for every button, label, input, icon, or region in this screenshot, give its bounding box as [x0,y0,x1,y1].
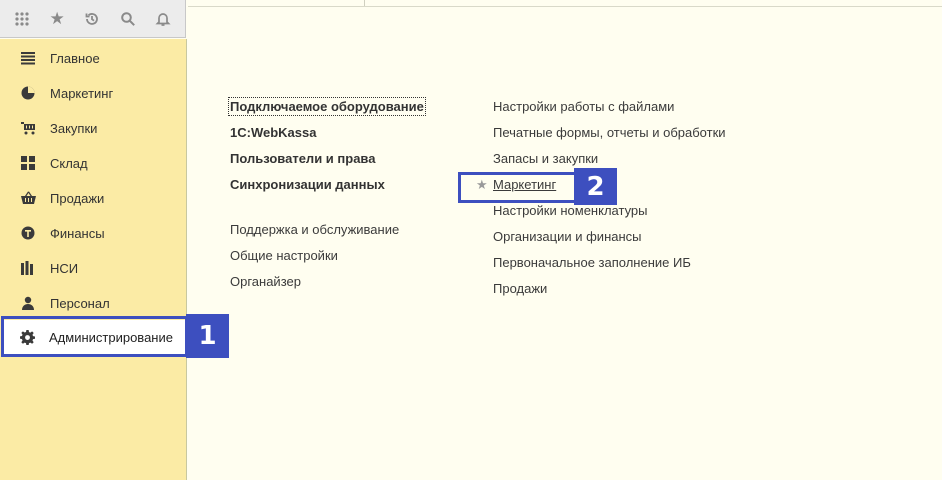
sidebar-item-personnel[interactable]: Персонал [4,286,186,320]
sidebar-item-warehouse[interactable]: Склад [4,146,186,180]
content-top-border [188,0,942,7]
sidebar-item-main[interactable]: Главное [4,41,186,75]
sidebar-item-label: Закупки [50,120,98,136]
sidebar-item-label: Главное [50,50,100,66]
sidebar-item-label: Маркетинг [50,85,114,101]
link-users-and-rights[interactable]: Пользователи и права [230,151,375,166]
sidebar: Главное Маркетинг Закупки Склад Продажи … [0,39,187,480]
basket-icon [20,190,36,206]
sidebar-item-label: Финансы [50,225,105,241]
link-nomenclature-settings[interactable]: Настройки номенклатуры [493,203,648,218]
link-organizer[interactable]: Органайзер [230,274,301,289]
books-icon [20,260,36,276]
link-data-sync[interactable]: Синхронизации данных [230,177,385,192]
menu-lines-icon [20,50,36,66]
history-icon[interactable] [81,8,103,30]
link-general-settings[interactable]: Общие настройки [230,248,338,263]
star-icon[interactable]: ★ [46,8,68,30]
sidebar-item-sales[interactable]: Продажи [4,181,186,215]
person-icon [20,295,36,311]
coin-icon [20,225,36,241]
sidebar-item-label: Персонал [50,295,110,311]
link-print-forms-reports[interactable]: Печатные формы, отчеты и обработки [493,125,726,140]
sidebar-item-finance[interactable]: Финансы [4,216,186,250]
warehouse-grid-icon [20,155,36,171]
sidebar-item-label: НСИ [50,260,79,276]
highlight-box-2 [458,172,578,203]
link-stock-and-purchases[interactable]: Запасы и закупки [493,151,598,166]
sidebar-item-label: Продажи [50,190,105,206]
link-webkassa[interactable]: 1С:WebKassa [230,125,316,140]
link-sales[interactable]: Продажи [493,281,547,296]
sidebar-item-purchases[interactable]: Закупки [4,111,186,145]
pie-chart-icon [20,85,36,101]
admin-sections-panel: Подключаемое оборудование 1С:WebKassa По… [188,7,942,480]
link-organizations-and-finance[interactable]: Организации и финансы [493,229,642,244]
cart-icon [20,120,36,136]
bell-icon[interactable] [152,8,174,30]
top-toolbar: ★ [0,0,186,38]
link-connected-equipment[interactable]: Подключаемое оборудование [228,97,426,116]
search-icon[interactable] [117,8,139,30]
apps-grid-icon[interactable] [11,8,33,30]
highlight-box-1 [1,316,188,357]
sidebar-item-label: Склад [50,155,88,171]
sidebar-item-marketing[interactable]: Маркетинг [4,76,186,110]
link-support-and-maintenance[interactable]: Поддержка и обслуживание [230,222,399,237]
sidebar-item-nsi[interactable]: НСИ [4,251,186,285]
link-file-settings[interactable]: Настройки работы с файлами [493,99,674,114]
step-badge-2: 2 [574,168,617,205]
link-initial-fill[interactable]: Первоначальное заполнение ИБ [493,255,691,270]
